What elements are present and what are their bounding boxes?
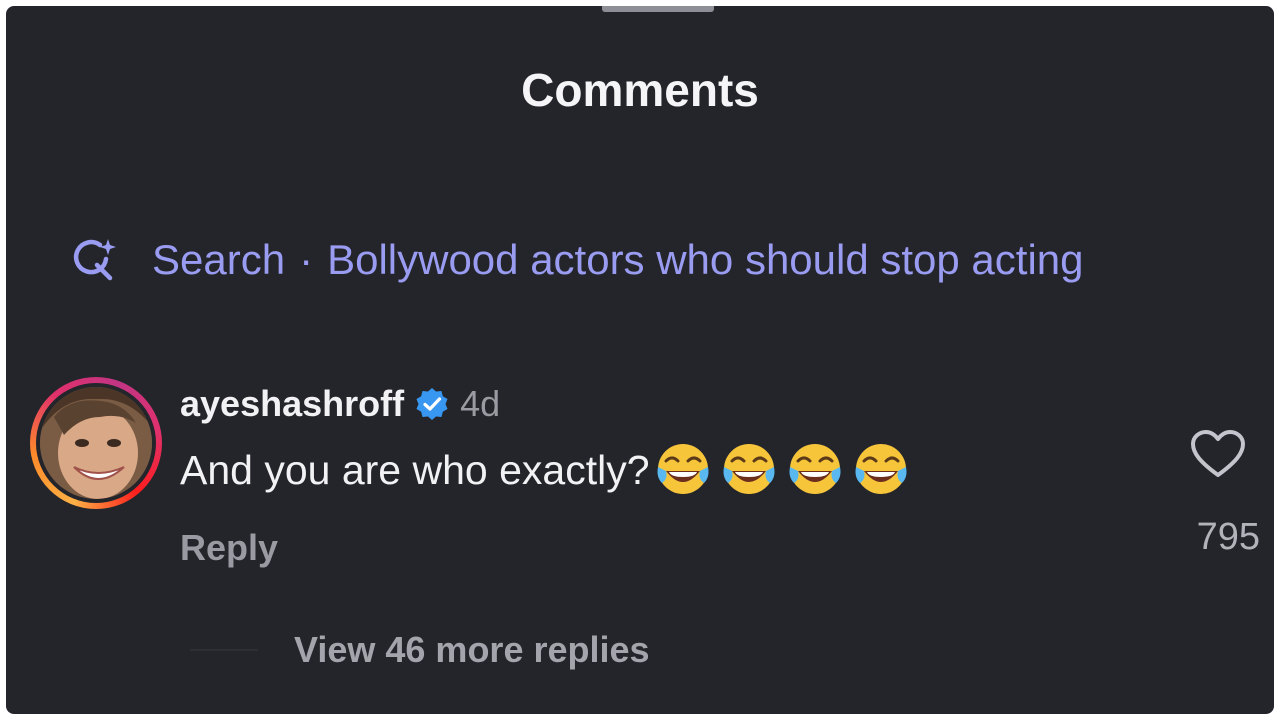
- replies-divider-line: [190, 649, 258, 651]
- search-query: Bollywood actors who should stop acting: [327, 236, 1084, 283]
- face-with-tears-of-joy-emoji: [723, 444, 774, 494]
- comment-header: ayeshashroff 4d: [180, 380, 500, 428]
- heart-outline-icon: [1191, 430, 1245, 477]
- avatar-story-ring[interactable]: [30, 377, 162, 509]
- page-title: Comments: [521, 64, 759, 116]
- view-more-replies-button[interactable]: View 46 more replies: [294, 629, 650, 671]
- comment-emojis: [654, 441, 918, 499]
- search-separator: ·: [299, 236, 314, 283]
- search-suggestion[interactable]: Search · Bollywood actors who should sto…: [66, 232, 1084, 288]
- comment-timestamp: 4d: [460, 383, 501, 424]
- search-label: Search: [152, 236, 286, 283]
- face-with-tears-of-joy-emoji: [657, 444, 708, 494]
- face-with-tears-of-joy-emoji: [855, 444, 906, 494]
- verified-badge-icon: [414, 386, 450, 422]
- comment-username[interactable]: ayeshashroff: [180, 383, 404, 425]
- view-replies-row[interactable]: View 46 more replies: [190, 626, 650, 674]
- comments-sheet: Comments Search · Bollywood actors who s…: [6, 6, 1274, 714]
- face-with-tears-of-joy-emoji: [789, 444, 840, 494]
- comment-text: And you are who exactly?: [180, 446, 650, 493]
- like-count: 795: [1196, 516, 1260, 558]
- comment-body: And you are who exactly?: [180, 440, 918, 500]
- sheet-grabber-handle[interactable]: [602, 6, 714, 12]
- reply-button[interactable]: Reply: [180, 526, 278, 570]
- sparkle-search-icon: [66, 233, 120, 287]
- avatar: [40, 387, 152, 499]
- like-button[interactable]: [1188, 426, 1248, 482]
